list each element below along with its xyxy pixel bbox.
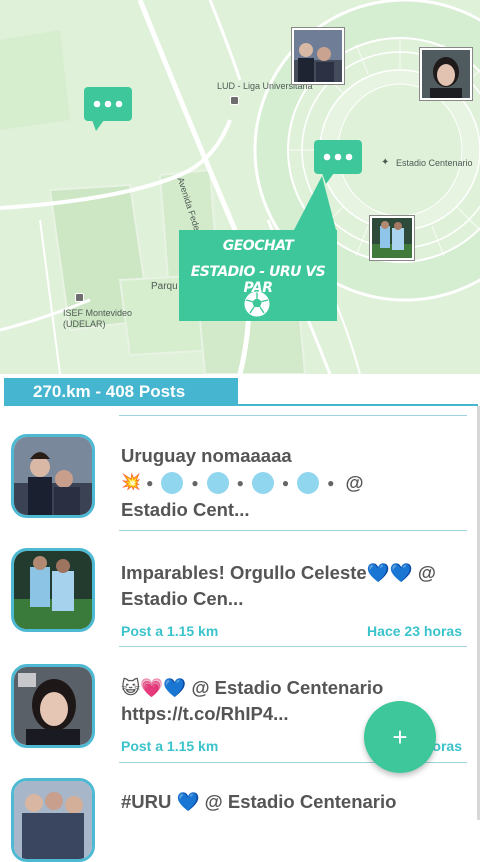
post-text-line: Imparables! Orgullo Celeste💙💙 @ <box>121 562 436 583</box>
chat-bubble-icon <box>84 87 132 131</box>
post-text[interactable]: Imparables! Orgullo Celeste💙💙 @ Estadio … <box>121 560 466 612</box>
post-text-line: Estadio Cen... <box>121 588 244 609</box>
explosion-emoji: 💥 <box>121 474 141 492</box>
avatar-image <box>14 437 92 515</box>
post-time: Hace 23 horas <box>367 623 462 639</box>
poi-isef-marker[interactable] <box>75 293 84 302</box>
map-view[interactable]: LUD - Liga Universitaria Estadio Centena… <box>0 0 480 374</box>
post-avatar[interactable] <box>11 664 95 748</box>
poi-lud-marker[interactable] <box>230 96 239 105</box>
bullet-icon: ● <box>191 476 199 491</box>
poi-parque-label: Parqu <box>151 281 178 292</box>
post-avatar[interactable] <box>11 548 95 632</box>
photo-thumbnail <box>294 30 342 82</box>
post-distance: Post a 1.15 km <box>121 738 219 754</box>
avatar-image <box>14 781 92 859</box>
post-avatar[interactable] <box>11 778 95 862</box>
bullet-icon: ● <box>236 476 244 491</box>
new-post-button[interactable]: + <box>364 701 436 773</box>
chat-pin-stadium[interactable] <box>314 140 362 184</box>
post-distance: Post a 1.15 km <box>121 623 219 639</box>
bullet-icon: ● <box>327 476 335 491</box>
post-text[interactable]: #URU 💙 @ Estadio Centenario <box>121 789 466 815</box>
avatar-image <box>14 667 92 745</box>
divider <box>119 646 467 647</box>
post-text-line: Uruguay nomaaaaa <box>121 445 292 466</box>
chat-pin-marker[interactable] <box>84 87 132 131</box>
post-text-line: 😺💗💙 @ Estadio Centenario <box>121 677 384 698</box>
divider <box>119 415 467 416</box>
photo-pin-1[interactable] <box>292 28 344 84</box>
stadium-icon: ✦ <box>381 157 390 168</box>
heart-emoji <box>251 472 274 495</box>
heart-emoji <box>297 472 320 495</box>
divider <box>119 530 467 531</box>
geochat-title: GEOCHAT <box>222 238 294 254</box>
feed-header-title: 270.km - 408 Posts <box>33 382 186 401</box>
heart-emoji <box>161 472 184 495</box>
post-text-line-emoji: 💥 ● ● ● ● ● @ <box>121 469 451 497</box>
post-text[interactable]: Uruguay nomaaaaa 💥 ● ● ● ● ● @ Estadio Cent.… <box>121 443 451 523</box>
photo-thumbnail <box>372 218 412 258</box>
poi-estadio-label: Estadio Centenario <box>396 158 473 168</box>
avatar-image <box>14 551 92 629</box>
bullet-icon: ● <box>146 476 154 491</box>
plus-icon: + <box>392 722 408 752</box>
soccer-ball-icon <box>244 291 270 317</box>
post-text-line: #URU 💙 @ Estadio Centenario <box>121 791 397 812</box>
post-text-line: Estadio Cent... <box>121 499 250 520</box>
heart-emoji <box>206 472 229 495</box>
photo-thumbnail <box>422 50 470 98</box>
bullet-icon: ● <box>281 476 290 491</box>
photo-pin-2[interactable] <box>420 48 472 100</box>
geochat-callout[interactable]: GEOCHAT ESTADIO - URU VS PAR <box>179 230 337 321</box>
header-underline <box>236 404 478 406</box>
at-sign: @ <box>345 472 364 494</box>
photo-pin-3[interactable] <box>370 216 414 260</box>
poi-isef-label: ISEF Montevideo (UDELAR) <box>63 308 133 329</box>
post-avatar[interactable] <box>11 434 95 518</box>
